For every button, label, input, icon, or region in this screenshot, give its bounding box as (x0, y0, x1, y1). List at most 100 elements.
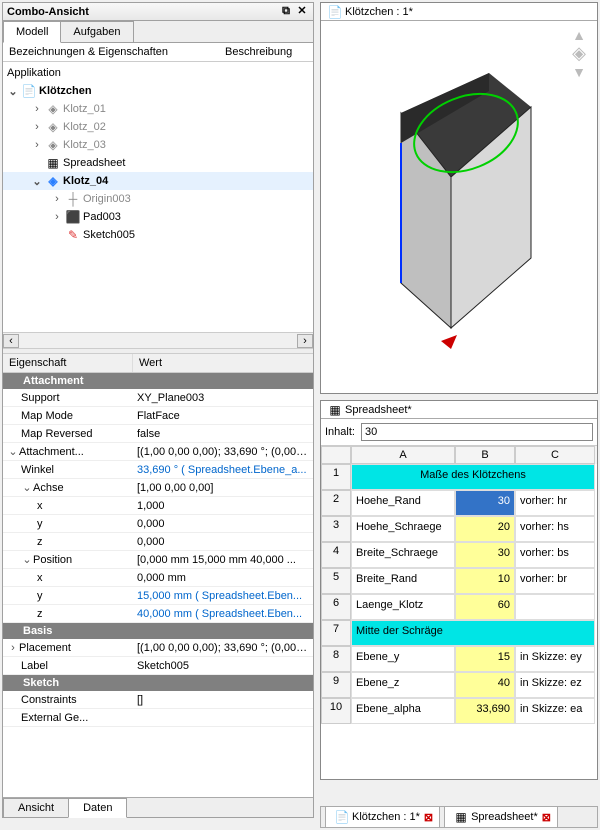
nav-up-icon[interactable]: ▲ (567, 27, 591, 43)
expand-icon[interactable]: ⌄ (21, 481, 33, 494)
cell[interactable]: 33,690 (455, 698, 515, 724)
cell[interactable]: vorher: br (515, 568, 595, 594)
cell[interactable]: vorher: hr (515, 490, 595, 516)
cell[interactable]: 15 (455, 646, 515, 672)
tree-app-row[interactable]: Applikation (3, 64, 313, 82)
prop-row[interactable]: ⌄Achse[1,00 0,00 0,00] (3, 479, 313, 497)
prop-col-value[interactable]: Wert (133, 354, 313, 372)
cell[interactable]: Hoehe_Schraege (351, 516, 455, 542)
expand-icon[interactable]: › (31, 139, 43, 151)
expand-icon[interactable]: ⌄ (21, 553, 33, 566)
tree-child[interactable]: ›⬛Pad003 (3, 208, 313, 226)
prop-row[interactable]: y15,000 mm ( Spreadsheet.Eben... (3, 587, 313, 605)
tree-hscroll[interactable]: ‹› (3, 332, 313, 348)
3d-model[interactable] (371, 43, 551, 363)
cell[interactable]: Ebene_z (351, 672, 455, 698)
prop-col-name[interactable]: Eigenschaft (3, 354, 133, 372)
expand-icon[interactable]: ⌄ (31, 175, 43, 188)
cell[interactable]: in Skizze: ez (515, 672, 595, 698)
cell[interactable]: 20 (455, 516, 515, 542)
expand-icon[interactable]: › (51, 193, 63, 205)
cell[interactable]: 30 (455, 490, 515, 516)
prop-row[interactable]: ⌄Attachment...[(1,00 0,00 0,00); 33,690 … (3, 443, 313, 461)
prop-row[interactable]: ›Placement[(1,00 0,00 0,00); 33,690 °; (… (3, 639, 313, 657)
close-icon[interactable]: ⊠ (542, 811, 551, 824)
cell[interactable]: 10 (455, 568, 515, 594)
prop-row[interactable]: Constraints[] (3, 691, 313, 709)
nav-down-icon[interactable]: ▼ (567, 64, 591, 80)
nav-controls[interactable]: ▲ ◈ ▼ (567, 27, 591, 87)
cell[interactable]: Ebene_alpha (351, 698, 455, 724)
cell[interactable]: in Skizze: ey (515, 646, 595, 672)
expand-icon[interactable]: ⌄ (7, 445, 19, 458)
tab-daten[interactable]: Daten (68, 798, 127, 818)
cell[interactable]: Hoehe_Rand (351, 490, 455, 516)
scroll-right-icon[interactable]: › (297, 334, 313, 348)
expand-icon[interactable]: › (31, 103, 43, 115)
cell[interactable]: in Skizze: ea (515, 698, 595, 724)
cell[interactable]: 60 (455, 594, 515, 620)
tree-root[interactable]: ⌄ 📄 Klötzchen (3, 82, 313, 100)
prop-row[interactable]: x1,000 (3, 497, 313, 515)
cell-content-input[interactable] (361, 423, 593, 441)
prop-row[interactable]: SupportXY_Plane003 (3, 389, 313, 407)
row-header[interactable]: 6 (321, 594, 351, 620)
tree-item[interactable]: ›◈Klotz_02 (3, 118, 313, 136)
cell[interactable]: 30 (455, 542, 515, 568)
expand-icon[interactable]: › (31, 121, 43, 133)
dock-button[interactable]: ⧉ (279, 5, 293, 19)
col-beschreibung[interactable]: Beschreibung (219, 43, 298, 61)
tab-aufgaben[interactable]: Aufgaben (60, 21, 133, 42)
corner-cell[interactable] (321, 446, 351, 464)
prop-row[interactable]: External Ge... (3, 709, 313, 727)
3d-viewport[interactable]: 📄 Klötzchen : 1* ▲ ◈ ▼ (320, 2, 598, 394)
prop-row[interactable]: x0,000 mm (3, 569, 313, 587)
prop-row[interactable]: ⌄Position[0,000 mm 15,000 mm 40,000 ... (3, 551, 313, 569)
cell[interactable] (515, 594, 595, 620)
col-header-c[interactable]: C (515, 446, 595, 464)
row-header[interactable]: 7 (321, 620, 351, 646)
prop-row[interactable]: Map ModeFlatFace (3, 407, 313, 425)
prop-row[interactable]: z0,000 (3, 533, 313, 551)
scroll-left-icon[interactable]: ‹ (3, 334, 19, 348)
expand-icon[interactable]: › (51, 211, 63, 223)
merged-cell[interactable]: Mitte der Schräge (351, 620, 595, 646)
merged-cell[interactable]: Maße des Klötzchens (351, 464, 595, 490)
cell[interactable]: vorher: hs (515, 516, 595, 542)
tree-item[interactable]: ›◈Klotz_03 (3, 136, 313, 154)
cell[interactable]: Laenge_Klotz (351, 594, 455, 620)
col-bezeichnungen[interactable]: Bezeichnungen & Eigenschaften (3, 43, 219, 61)
cell[interactable]: Ebene_y (351, 646, 455, 672)
row-header[interactable]: 2 (321, 490, 351, 516)
close-button[interactable]: ✕ (295, 5, 309, 19)
row-header[interactable]: 9 (321, 672, 351, 698)
expand-icon[interactable]: ⌄ (7, 85, 19, 98)
nav-cube-icon[interactable]: ◈ (567, 43, 591, 64)
tree-spreadsheet[interactable]: ▦Spreadsheet (3, 154, 313, 172)
expand-icon[interactable]: › (7, 642, 19, 654)
prop-row[interactable]: y0,000 (3, 515, 313, 533)
prop-row[interactable]: Winkel33,690 ° ( Spreadsheet.Ebene_a... (3, 461, 313, 479)
row-header[interactable]: 5 (321, 568, 351, 594)
cell[interactable]: vorher: bs (515, 542, 595, 568)
doc-tab[interactable]: ▦Spreadsheet*⊠ (444, 806, 558, 828)
row-header[interactable]: 1 (321, 464, 351, 490)
cell[interactable]: Breite_Schraege (351, 542, 455, 568)
col-header-b[interactable]: B (455, 446, 515, 464)
row-header[interactable]: 3 (321, 516, 351, 542)
tree-active-body[interactable]: ⌄◈Klotz_04 (3, 172, 313, 190)
prop-row[interactable]: Map Reversedfalse (3, 425, 313, 443)
col-header-a[interactable]: A (351, 446, 455, 464)
row-header[interactable]: 4 (321, 542, 351, 568)
doc-tab[interactable]: 📄Klötzchen : 1*⊠ (325, 806, 440, 828)
tree-sketch[interactable]: ✎Sketch005 (3, 226, 313, 244)
prop-row[interactable]: LabelSketch005 (3, 657, 313, 675)
tab-ansicht[interactable]: Ansicht (3, 798, 69, 817)
prop-row[interactable]: z40,000 mm ( Spreadsheet.Eben... (3, 605, 313, 623)
tree-item[interactable]: ›◈Klotz_01 (3, 100, 313, 118)
row-header[interactable]: 10 (321, 698, 351, 724)
close-icon[interactable]: ⊠ (424, 811, 433, 824)
row-header[interactable]: 8 (321, 646, 351, 672)
tab-modell[interactable]: Modell (3, 21, 61, 43)
cell[interactable]: 40 (455, 672, 515, 698)
